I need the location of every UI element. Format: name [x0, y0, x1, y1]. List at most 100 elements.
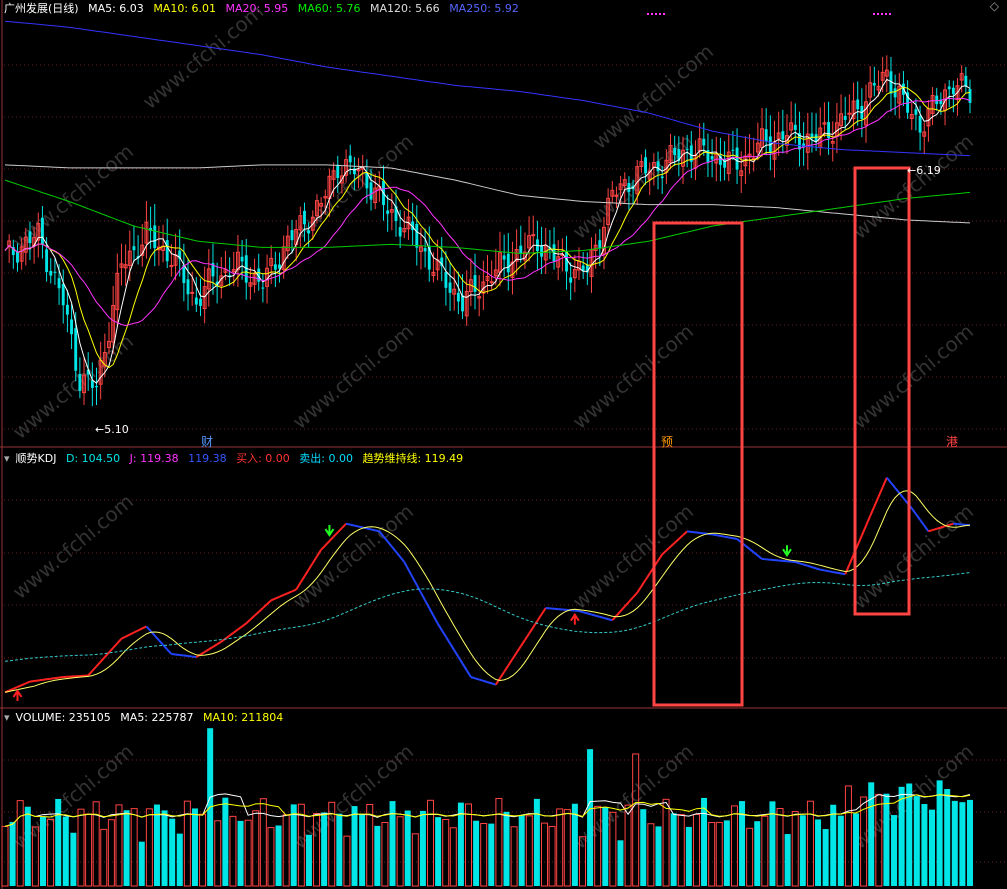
volume-bar-down — [404, 810, 411, 886]
kdj-j-segment — [407, 569, 414, 578]
kdj-d-label: D: 104.50 — [65, 452, 121, 465]
volume-menu-icon[interactable]: ▾ — [4, 711, 10, 724]
candle-body-up — [356, 169, 361, 172]
volume-bar-up — [548, 825, 556, 887]
volume-bar-down — [39, 816, 46, 886]
volume-bar-up — [427, 799, 435, 887]
kdj-j-segment — [678, 534, 684, 540]
kdj-j-segment — [886, 477, 892, 484]
candle-body-down — [348, 155, 352, 163]
candle-body-down — [540, 245, 544, 257]
volume-bar-up — [411, 833, 419, 887]
candle-body-down — [369, 182, 373, 200]
kdj-j-segment — [669, 542, 676, 548]
volume-bar-down — [830, 804, 837, 886]
volume-bar-up — [632, 753, 640, 887]
candle-body-down — [448, 282, 452, 293]
candle-body-down — [951, 87, 955, 95]
kdj-j-segment — [499, 671, 505, 679]
kdj-j-segment — [803, 563, 809, 567]
kdj-j-segment — [311, 555, 318, 564]
candle-body-down — [502, 255, 506, 260]
volume-bar-down — [419, 810, 426, 886]
volume-bar-down — [602, 807, 609, 886]
volume-bar-down — [374, 825, 381, 886]
volume-bar-up — [776, 808, 784, 887]
volume-bar-up — [525, 815, 533, 887]
marker-gang: 港 — [946, 435, 959, 449]
kdj-j-segment — [99, 656, 106, 663]
kdj-j-segment — [229, 631, 235, 637]
candle-body-down — [53, 271, 57, 273]
volume-bar-down — [503, 811, 510, 886]
candle-body-down — [918, 116, 922, 133]
candle-body-down — [565, 251, 568, 272]
collapse-diamond-icon[interactable]: ◇ — [990, 0, 999, 13]
low-value: 5.10 — [104, 423, 129, 436]
kdj-j-segment — [860, 525, 867, 536]
kdj-j-segment — [374, 529, 380, 533]
volume-ma10-line — [4, 794, 971, 827]
kdj-j-segment — [720, 534, 725, 538]
candle-body-down — [947, 86, 951, 90]
kdj-j-segment — [744, 544, 751, 550]
kdj-j-segment — [877, 486, 884, 498]
volume-bar-up — [540, 822, 548, 887]
candle-body-down — [186, 279, 190, 295]
volume-bar-down — [883, 793, 890, 886]
watermark-text: www.cfchi.com — [588, 39, 718, 154]
kdj-j-segment — [58, 676, 64, 679]
candle-body-down — [45, 249, 49, 272]
candle-body-down — [398, 227, 402, 237]
kdj-j-segment — [519, 639, 526, 647]
volume-bar-down — [822, 829, 829, 886]
kdj-j-segment — [644, 572, 651, 581]
candle-body-down — [872, 83, 876, 86]
watermark-text: www.cfchi.com — [8, 139, 138, 254]
signal-dot — [873, 13, 875, 15]
kdj-j-segment — [241, 622, 247, 628]
kdj-j-segment — [869, 506, 876, 517]
kdj-j-segment — [453, 649, 460, 658]
kdj-j-segment — [145, 625, 152, 632]
volume-bar-up — [791, 811, 799, 887]
kdj-j-segment — [910, 507, 917, 515]
high-annotation: ←6.19 — [907, 164, 941, 177]
volume-bar-up — [259, 798, 267, 887]
candle-body-up — [614, 194, 619, 197]
kdj-j-segment — [108, 647, 114, 654]
volume-bar-down — [457, 802, 464, 886]
kdj-j-segment — [661, 549, 668, 556]
kdj-j-segment — [615, 610, 622, 617]
volume-bar-up — [692, 814, 700, 887]
kdj-j-segment — [948, 522, 954, 526]
kdj-j-segment — [399, 556, 406, 563]
kdj-j-segment — [603, 617, 609, 621]
candle-body-down — [660, 176, 664, 179]
volume-bar-up — [746, 827, 754, 887]
volume-bar-up — [199, 813, 207, 887]
volume-bar-up — [381, 821, 389, 887]
kdj-j-segment — [440, 629, 447, 638]
volume-bar-down — [305, 834, 312, 886]
kdj-j-segment — [237, 625, 243, 631]
kdj-j-segment — [245, 618, 252, 625]
candle-body-down — [710, 156, 714, 160]
kdj-j-segment — [345, 522, 351, 526]
candle-body-down — [731, 149, 735, 151]
stock-chart: www.cfchi.com www.cfchi.com www.cfchi.com w… — [0, 0, 1007, 889]
kdj-menu-icon[interactable]: ▾ — [4, 452, 10, 465]
volume-bar-down — [435, 817, 442, 886]
volume-bar-down — [906, 783, 913, 886]
kdj-panel — [4, 477, 971, 701]
kdj-j-segment — [354, 524, 359, 528]
candle-body-down — [814, 134, 818, 142]
candle-body-down — [598, 240, 602, 249]
volume-bar-up — [100, 828, 108, 887]
kdj-j-segment — [470, 676, 476, 680]
kdj-j-segment — [532, 620, 539, 628]
watermark-text: www.cfchi.com — [138, 0, 268, 114]
kdj-j-segment — [208, 645, 214, 651]
volume-bar-down — [62, 816, 69, 886]
ma250-label: MA250: 5.92 — [449, 2, 519, 15]
